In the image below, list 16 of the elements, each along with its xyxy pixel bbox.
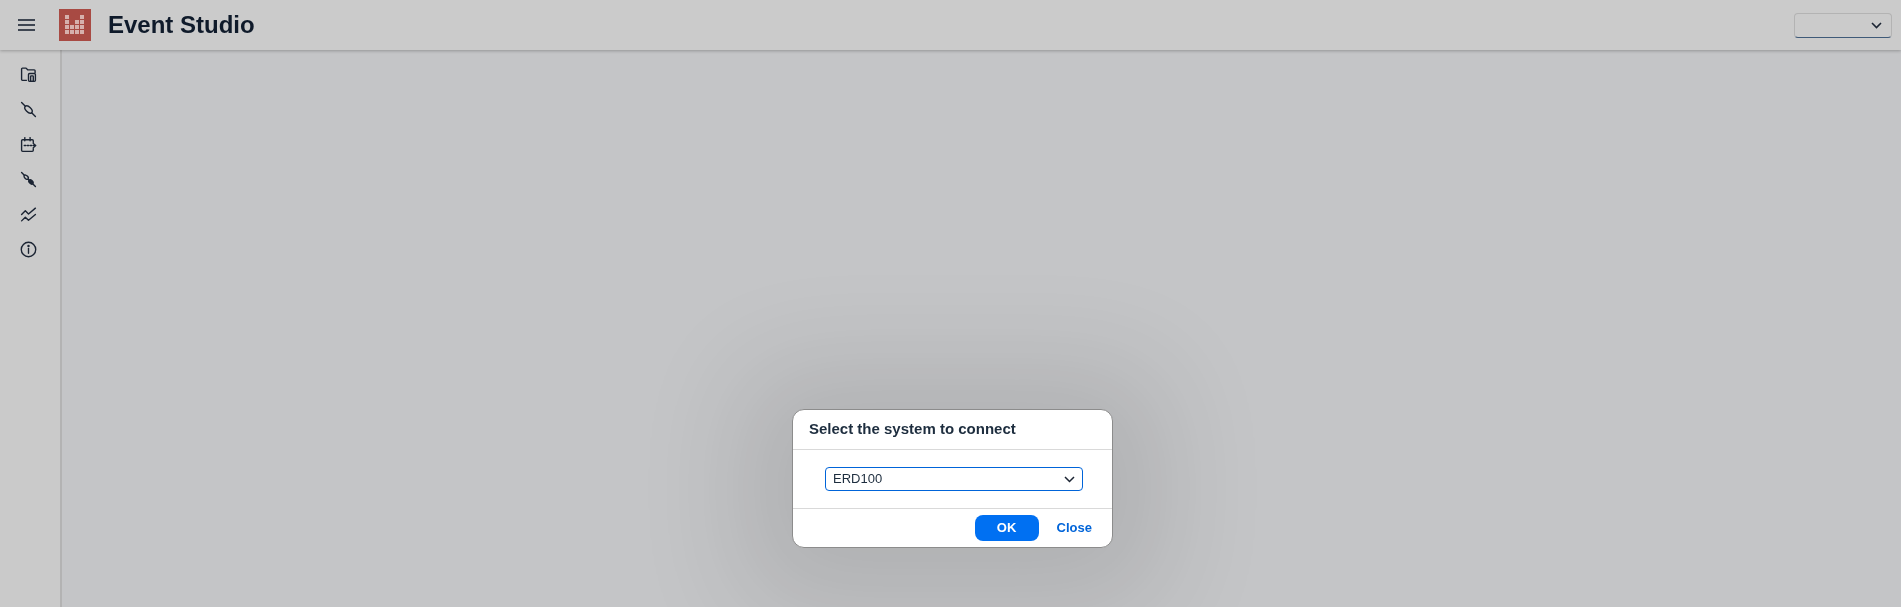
- logo-icon: [59, 9, 91, 41]
- zigzag-lines-icon[interactable]: [19, 206, 37, 223]
- dialog-title: Select the system to connect: [809, 419, 1016, 440]
- capsule-line-icon[interactable]: [19, 101, 37, 118]
- app-title: Event Studio: [108, 10, 255, 40]
- chevron-down-icon: [1871, 21, 1882, 29]
- chevron-down-icon: [1064, 475, 1075, 483]
- system-select[interactable]: ERD100: [825, 467, 1083, 491]
- calendar-arrow-icon[interactable]: [19, 136, 37, 153]
- close-button[interactable]: Close: [1052, 515, 1096, 541]
- info-icon[interactable]: [19, 241, 37, 258]
- header-dropdown[interactable]: [1794, 12, 1892, 38]
- linked-capsules-icon[interactable]: [19, 171, 37, 188]
- ok-button[interactable]: OK: [974, 515, 1039, 541]
- folder-document-icon[interactable]: [19, 66, 37, 83]
- menu-icon[interactable]: [18, 19, 35, 31]
